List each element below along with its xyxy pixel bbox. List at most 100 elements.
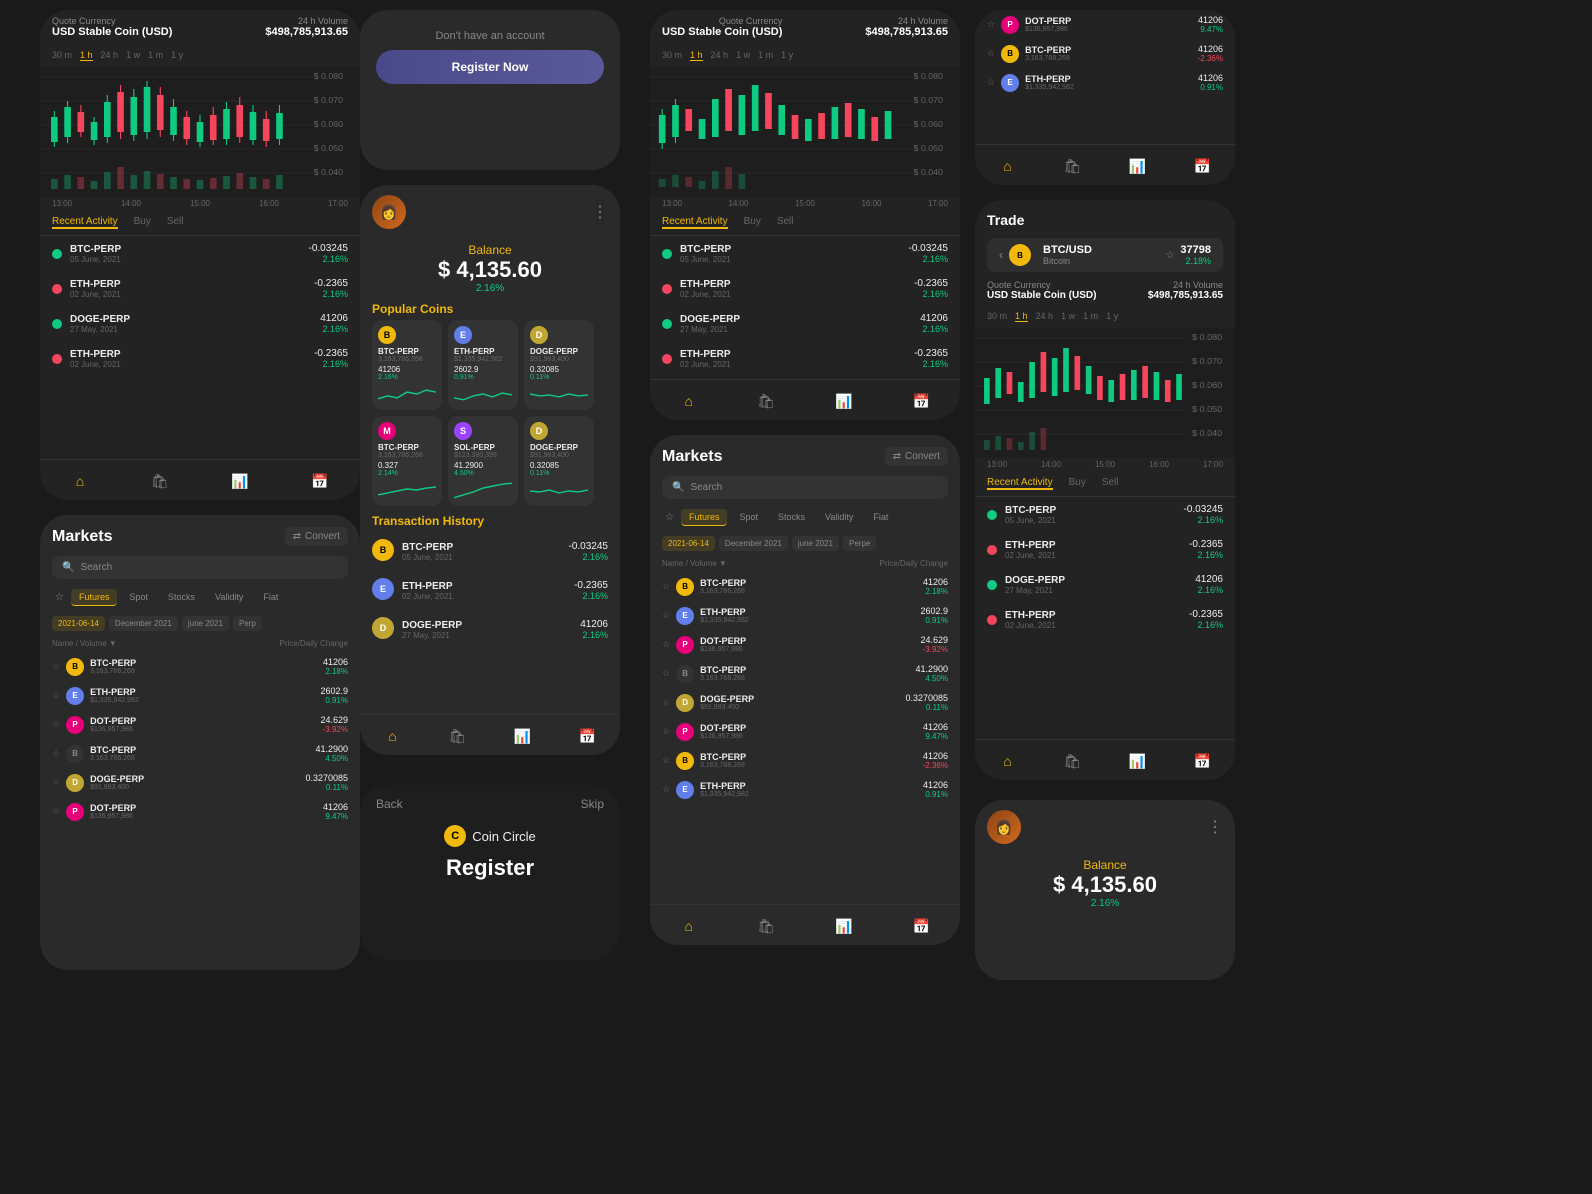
nav-calendar[interactable]: 📅 — [309, 470, 331, 492]
coin-card-btc[interactable]: B BTC-PERP 3,163,766,358 41206 2.16% — [372, 320, 442, 410]
search-bar[interactable]: 🔍 Search — [52, 556, 348, 579]
nav-shop[interactable]: 🛍 — [1062, 750, 1084, 772]
tab-1m[interactable]: 1 m — [148, 50, 163, 61]
convert-button[interactable]: ⇄ Convert — [885, 447, 948, 466]
tab-1h[interactable]: 1 h — [1015, 311, 1028, 322]
tab-1w[interactable]: 1 w — [1061, 311, 1075, 322]
tab-buy[interactable]: Buy — [1069, 477, 1086, 490]
star-icon[interactable]: ☆ — [987, 19, 995, 30]
nav-chart[interactable]: 📊 — [833, 915, 855, 937]
coin-card-doge[interactable]: D DOGE-PERP $91,983,400 0.32085 0.11% — [524, 320, 594, 410]
nav-home[interactable]: ⌂ — [382, 725, 404, 747]
tab-spot[interactable]: Spot — [731, 509, 766, 526]
tab-fiat[interactable]: Fiat — [255, 589, 286, 606]
nav-chart[interactable]: 📊 — [512, 725, 534, 747]
search-bar[interactable]: 🔍 Search — [662, 476, 948, 499]
star-filter[interactable]: ☆ — [52, 589, 67, 606]
tab-sell[interactable]: Sell — [167, 216, 184, 229]
tab-buy[interactable]: Buy — [744, 216, 761, 229]
date-tab-2[interactable]: December 2021 — [109, 616, 178, 631]
tab-1w[interactable]: 1 w — [736, 50, 750, 61]
tab-buy[interactable]: Buy — [134, 216, 151, 229]
register-now-button[interactable]: Register Now — [376, 50, 604, 84]
star-icon[interactable]: ☆ — [987, 77, 995, 88]
nav-calendar[interactable]: 📅 — [577, 725, 599, 747]
nav-shop[interactable]: 🛍 — [755, 390, 777, 412]
time-14: 14:00 — [121, 199, 141, 208]
date-tab-4[interactable]: Perpe — [843, 536, 876, 551]
nav-chart[interactable]: 📊 — [1127, 750, 1149, 772]
back-arrow[interactable]: ‹ — [999, 248, 1003, 262]
tab-validity[interactable]: Validity — [207, 589, 251, 606]
tab-recent[interactable]: Recent Activity — [52, 216, 118, 229]
nav-shop[interactable]: 🛍 — [1062, 155, 1084, 177]
date-tab-2[interactable]: December 2021 — [719, 536, 788, 551]
nav-calendar[interactable]: 📅 — [1192, 155, 1214, 177]
coin-card-sol[interactable]: S SOL-PERP $123,380,399 41.2900 4.50% — [448, 416, 518, 506]
nav-calendar[interactable]: 📅 — [1192, 750, 1214, 772]
avatar[interactable]: 👩 — [372, 195, 406, 229]
nav-chart[interactable]: 📊 — [1127, 155, 1149, 177]
tab-1w[interactable]: 1 w — [126, 50, 140, 61]
tab-24h[interactable]: 24 h — [101, 50, 119, 61]
tab-fiat[interactable]: Fiat — [865, 509, 896, 526]
tab-recent[interactable]: Recent Activity — [662, 216, 728, 229]
market-row-btc: ☆ B BTC-PERP 3,163,788,268 41206 -2.36% — [975, 39, 1235, 68]
nav-home[interactable]: ⌂ — [678, 390, 700, 412]
convert-button[interactable]: ⇄ Convert — [285, 527, 348, 546]
tab-sell[interactable]: Sell — [1102, 477, 1119, 490]
tab-1y[interactable]: 1 y — [1106, 311, 1118, 322]
star-filter[interactable]: ☆ — [662, 509, 677, 526]
tab-30m[interactable]: 30 m — [987, 311, 1007, 322]
tab-stocks[interactable]: Stocks — [770, 509, 813, 526]
market-row: ☆ E ETH-PERP $1,335,942,982 2602.9 0.91% — [40, 681, 360, 710]
date-tab-1[interactable]: 2021-06-14 — [52, 616, 105, 631]
star-icon[interactable]: ☆ — [987, 48, 995, 59]
tab-1m[interactable]: 1 m — [1083, 311, 1098, 322]
nav-calendar[interactable]: 📅 — [910, 390, 932, 412]
nav-home[interactable]: ⌂ — [997, 155, 1019, 177]
date-tab-1[interactable]: 2021-06-14 — [662, 536, 715, 551]
tab-1h[interactable]: 1 h — [80, 50, 93, 61]
tab-spot[interactable]: Spot — [121, 589, 156, 606]
nav-home[interactable]: ⌂ — [678, 915, 700, 937]
date-tab-3[interactable]: june 2021 — [792, 536, 839, 551]
avatar[interactable]: 👩 — [987, 810, 1021, 844]
tab-sell[interactable]: Sell — [777, 216, 794, 229]
tab-recent[interactable]: Recent Activity — [987, 477, 1053, 490]
nav-calendar[interactable]: 📅 — [910, 915, 932, 937]
tab-futures[interactable]: Futures — [681, 509, 728, 526]
tab-1h[interactable]: 1 h — [690, 50, 703, 61]
col-name: Name / Volume ▼ — [662, 559, 727, 568]
nav-shop[interactable]: 🛍 — [755, 915, 777, 937]
tab-validity[interactable]: Validity — [817, 509, 861, 526]
tab-30m[interactable]: 30 m — [52, 50, 72, 61]
nav-home[interactable]: ⌂ — [69, 470, 91, 492]
tab-1y[interactable]: 1 y — [781, 50, 793, 61]
nav-shop[interactable]: 🛍 — [149, 470, 171, 492]
date-tab-4[interactable]: Perp — [233, 616, 262, 631]
sparkline-doge2 — [530, 480, 588, 500]
star-icon[interactable]: ☆ — [1165, 250, 1174, 261]
coin-selector[interactable]: ‹ B BTC/USD Bitcoin ☆ 37798 2.18% — [987, 238, 1223, 272]
skip-button[interactable]: Skip — [581, 797, 604, 811]
coin-card-dot[interactable]: M BTC-PERP 3,163,766,268 0.327 2.14% — [372, 416, 442, 506]
nav-chart[interactable]: 📊 — [229, 470, 251, 492]
coin-card-eth[interactable]: E ETH-PERP $1,335,942,982 2602.9 0.91% — [448, 320, 518, 410]
nav-home[interactable]: ⌂ — [997, 750, 1019, 772]
tab-24h[interactable]: 24 h — [711, 50, 729, 61]
nav-chart[interactable]: 📊 — [833, 390, 855, 412]
tab-30m[interactable]: 30 m — [662, 50, 682, 61]
back-button[interactable]: Back — [376, 797, 403, 811]
more-icon[interactable]: ⋮ — [592, 202, 608, 222]
coin-card-doge2[interactable]: D DOGE-PERP $91,983,400 0.32085 0.11% — [524, 416, 594, 506]
tab-24h[interactable]: 24 h — [1036, 311, 1054, 322]
activity-tabs: Recent Activity Buy Sell — [975, 471, 1235, 497]
tab-futures[interactable]: Futures — [71, 589, 118, 606]
tab-stocks[interactable]: Stocks — [160, 589, 203, 606]
tab-1y[interactable]: 1 y — [171, 50, 183, 61]
more-icon[interactable]: ⋮ — [1207, 817, 1223, 837]
date-tab-3[interactable]: june 2021 — [182, 616, 229, 631]
nav-shop[interactable]: 🛍 — [447, 725, 469, 747]
tab-1m[interactable]: 1 m — [758, 50, 773, 61]
